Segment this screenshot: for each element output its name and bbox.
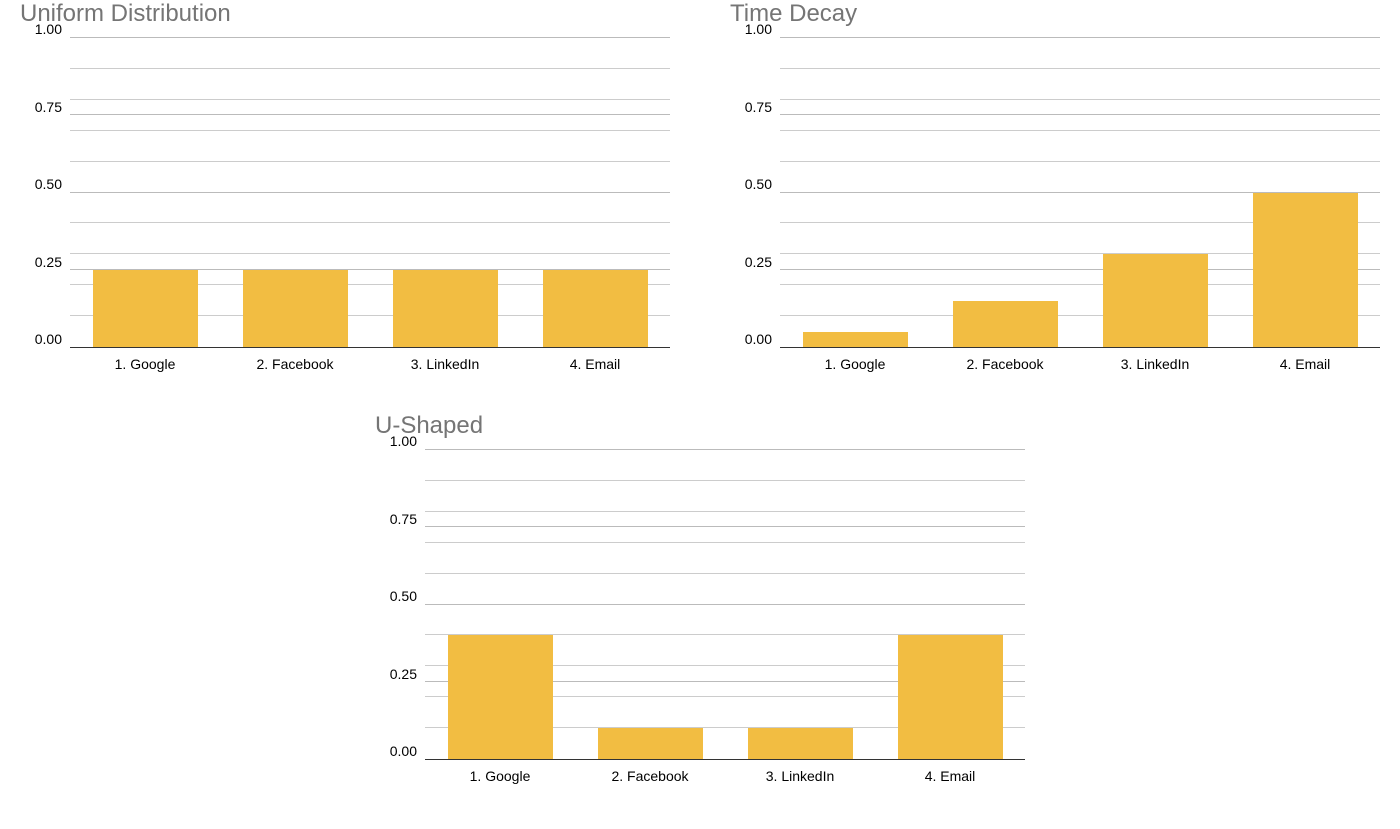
chart-uniform: Uniform Distribution 0.00 0.25 0.50 0.75… xyxy=(20,0,670,372)
x-tick-label: 3. LinkedIn xyxy=(725,768,875,784)
x-tick-label: 1. Google xyxy=(425,768,575,784)
y-tick-label: 1.00 xyxy=(745,21,772,37)
y-tick-label: 0.75 xyxy=(745,99,772,115)
chart-title: Time Decay xyxy=(730,0,1380,28)
bar-google xyxy=(448,635,553,759)
y-axis: 0.00 0.25 0.50 0.75 1.00 xyxy=(375,450,425,760)
y-tick-label: 0.75 xyxy=(390,511,417,527)
bar-facebook xyxy=(953,301,1058,347)
y-tick-label: 0.25 xyxy=(390,666,417,682)
chart-grid xyxy=(425,450,1025,760)
bar-email xyxy=(1253,193,1358,348)
x-tick-label: 2. Facebook xyxy=(930,356,1080,372)
bar-linkedin xyxy=(393,270,498,347)
y-tick-label: 0.00 xyxy=(35,331,62,347)
x-tick-label: 3. LinkedIn xyxy=(370,356,520,372)
chart-grid xyxy=(70,38,670,348)
y-tick-label: 0.50 xyxy=(745,176,772,192)
y-tick-label: 0.25 xyxy=(35,254,62,270)
x-tick-label: 2. Facebook xyxy=(575,768,725,784)
x-tick-label: 1. Google xyxy=(780,356,930,372)
bars-container xyxy=(780,38,1380,347)
plot-area: 0.00 0.25 0.50 0.75 1.00 xyxy=(730,38,1380,348)
y-tick-label: 0.50 xyxy=(35,176,62,192)
plot-area: 0.00 0.25 0.50 0.75 1.00 xyxy=(20,38,670,348)
x-tick-label: 4. Email xyxy=(875,768,1025,784)
chart-title: Uniform Distribution xyxy=(20,0,670,28)
y-tick-label: 1.00 xyxy=(390,433,417,449)
x-tick-label: 1. Google xyxy=(70,356,220,372)
chart-u-shaped: U-Shaped 0.00 0.25 0.50 0.75 1.00 xyxy=(375,412,1025,784)
y-tick-label: 1.00 xyxy=(35,21,62,37)
y-tick-label: 0.50 xyxy=(390,588,417,604)
bar-email xyxy=(898,635,1003,759)
bar-facebook xyxy=(598,728,703,759)
bar-facebook xyxy=(243,270,348,347)
plot-area: 0.00 0.25 0.50 0.75 1.00 xyxy=(375,450,1025,760)
y-tick-label: 0.00 xyxy=(745,331,772,347)
y-tick-label: 0.00 xyxy=(390,743,417,759)
bar-linkedin xyxy=(748,728,853,759)
bars-container xyxy=(70,38,670,347)
x-tick-label: 4. Email xyxy=(1230,356,1380,372)
bar-email xyxy=(543,270,648,347)
y-tick-label: 0.75 xyxy=(35,99,62,115)
chart-grid xyxy=(780,38,1380,348)
y-tick-label: 0.25 xyxy=(745,254,772,270)
y-axis: 0.00 0.25 0.50 0.75 1.00 xyxy=(20,38,70,348)
x-axis: 1. Google 2. Facebook 3. LinkedIn 4. Ema… xyxy=(780,348,1380,372)
bar-linkedin xyxy=(1103,254,1208,347)
y-axis: 0.00 0.25 0.50 0.75 1.00 xyxy=(730,38,780,348)
bars-container xyxy=(425,450,1025,759)
chart-title: U-Shaped xyxy=(375,412,1025,440)
x-axis: 1. Google 2. Facebook 3. LinkedIn 4. Ema… xyxy=(425,760,1025,784)
bar-google xyxy=(93,270,198,347)
x-tick-label: 3. LinkedIn xyxy=(1080,356,1230,372)
x-axis: 1. Google 2. Facebook 3. LinkedIn 4. Ema… xyxy=(70,348,670,372)
x-tick-label: 4. Email xyxy=(520,356,670,372)
chart-time-decay: Time Decay 0.00 0.25 0.50 0.75 1.00 xyxy=(730,0,1380,372)
bar-google xyxy=(803,332,908,347)
x-tick-label: 2. Facebook xyxy=(220,356,370,372)
